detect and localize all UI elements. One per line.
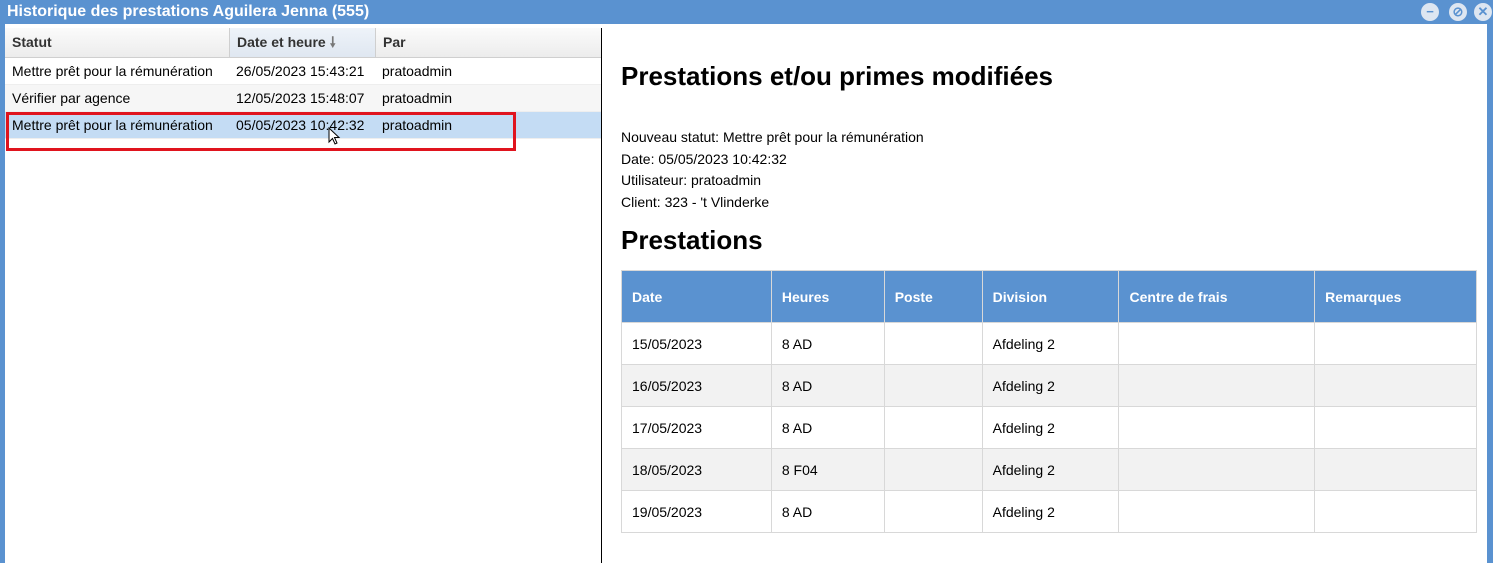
cell-statut: Vérifier par agence bbox=[12, 90, 131, 106]
selection-highlight-box bbox=[6, 112, 516, 151]
cell-par: pratoadmin bbox=[382, 90, 453, 106]
cell bbox=[883, 364, 983, 407]
cell: 8 F04 bbox=[770, 448, 885, 491]
detail-info: Nouveau statut: Mettre prêt pour la rému… bbox=[621, 127, 924, 213]
table-row: 18/05/2023 8 F04 Afdeling 2 bbox=[621, 448, 1477, 491]
cell bbox=[1314, 364, 1477, 407]
table-row: 19/05/2023 8 AD Afdeling 2 bbox=[621, 490, 1477, 533]
cell bbox=[883, 448, 983, 491]
cell: 16/05/2023 bbox=[621, 364, 772, 407]
history-grid: Statut Date et heure 🠗 Par Mettre prêt po… bbox=[5, 28, 601, 563]
cell bbox=[1314, 406, 1477, 449]
history-row[interactable]: Vérifier par agence 12/05/2023 15:48:07 … bbox=[5, 85, 601, 112]
history-row[interactable]: Mettre prêt pour la rémunération 26/05/2… bbox=[5, 58, 601, 85]
cell: Afdeling 2 bbox=[981, 322, 1120, 365]
info-utilisateur: Utilisateur: pratoadmin bbox=[621, 172, 762, 188]
cell: 8 AD bbox=[770, 322, 885, 365]
cell bbox=[883, 322, 983, 365]
cell: 18/05/2023 bbox=[621, 448, 772, 491]
restore-icon[interactable]: ⊘ bbox=[1449, 3, 1467, 21]
cell bbox=[1314, 322, 1477, 365]
cell-date: 12/05/2023 15:48:07 bbox=[236, 90, 365, 106]
close-icon[interactable]: ✕ bbox=[1474, 3, 1492, 21]
cell bbox=[1118, 406, 1316, 449]
window-titlebar: Historique des prestations Aguilera Jenn… bbox=[0, 0, 1493, 24]
cell-statut: Mettre prêt pour la rémunération bbox=[12, 63, 213, 79]
table-row: 17/05/2023 8 AD Afdeling 2 bbox=[621, 406, 1477, 449]
cell: 17/05/2023 bbox=[621, 406, 772, 449]
minimize-icon[interactable]: − bbox=[1421, 3, 1439, 21]
cell bbox=[1118, 364, 1316, 407]
info-date: Date: 05/05/2023 10:42:32 bbox=[621, 150, 787, 167]
table-header-row: Date Heures Poste Division Centre de fra… bbox=[621, 270, 1477, 323]
cell: 8 AD bbox=[770, 364, 885, 407]
pane-divider[interactable] bbox=[601, 28, 602, 563]
sort-down-icon: 🠗 bbox=[329, 34, 336, 50]
window-title: Historique des prestations Aguilera Jenn… bbox=[7, 3, 370, 20]
cell: 8 AD bbox=[770, 406, 885, 449]
cell: 19/05/2023 bbox=[621, 490, 772, 533]
window-border-right bbox=[1487, 24, 1493, 563]
table-row: 15/05/2023 8 AD Afdeling 2 bbox=[621, 322, 1477, 365]
cell bbox=[883, 490, 983, 533]
table-row: 16/05/2023 8 AD Afdeling 2 bbox=[621, 364, 1477, 407]
column-header-date[interactable]: Date et heure 🠗 bbox=[230, 28, 376, 57]
cell: Afdeling 2 bbox=[981, 448, 1120, 491]
header-remarques: Remarques bbox=[1314, 270, 1477, 323]
cell: Afdeling 2 bbox=[981, 490, 1120, 533]
cell bbox=[1118, 448, 1316, 491]
mouse-cursor-icon bbox=[328, 127, 341, 145]
cell bbox=[1314, 448, 1477, 491]
cell bbox=[883, 406, 983, 449]
prestations-table: Date Heures Poste Division Centre de fra… bbox=[621, 270, 1477, 533]
header-heures: Heures bbox=[770, 270, 885, 323]
info-statut: Nouveau statut: Mettre prêt pour la rému… bbox=[621, 129, 924, 145]
header-date: Date bbox=[621, 270, 772, 323]
column-header-statut[interactable]: Statut bbox=[5, 28, 230, 57]
cell bbox=[1314, 490, 1477, 533]
cell-date: 26/05/2023 15:43:21 bbox=[236, 63, 365, 79]
header-division: Division bbox=[981, 270, 1120, 323]
column-header-par[interactable]: Par bbox=[376, 28, 601, 57]
prestations-heading: Prestations bbox=[621, 225, 763, 255]
header-centre-de-frais: Centre de frais bbox=[1118, 270, 1316, 323]
cell bbox=[1118, 490, 1316, 533]
cell: Afdeling 2 bbox=[981, 364, 1120, 407]
detail-heading: Prestations et/ou primes modifiées bbox=[621, 61, 1054, 91]
grid-header: Statut Date et heure 🠗 Par bbox=[5, 28, 601, 58]
cell bbox=[1118, 322, 1316, 365]
info-client: Client: 323 - 't Vlinderke bbox=[621, 193, 770, 210]
cell-par: pratoadmin bbox=[382, 63, 453, 79]
cell: 15/05/2023 bbox=[621, 322, 772, 365]
header-poste: Poste bbox=[883, 270, 983, 323]
cell: 8 AD bbox=[770, 490, 885, 533]
cell: Afdeling 2 bbox=[981, 406, 1120, 449]
